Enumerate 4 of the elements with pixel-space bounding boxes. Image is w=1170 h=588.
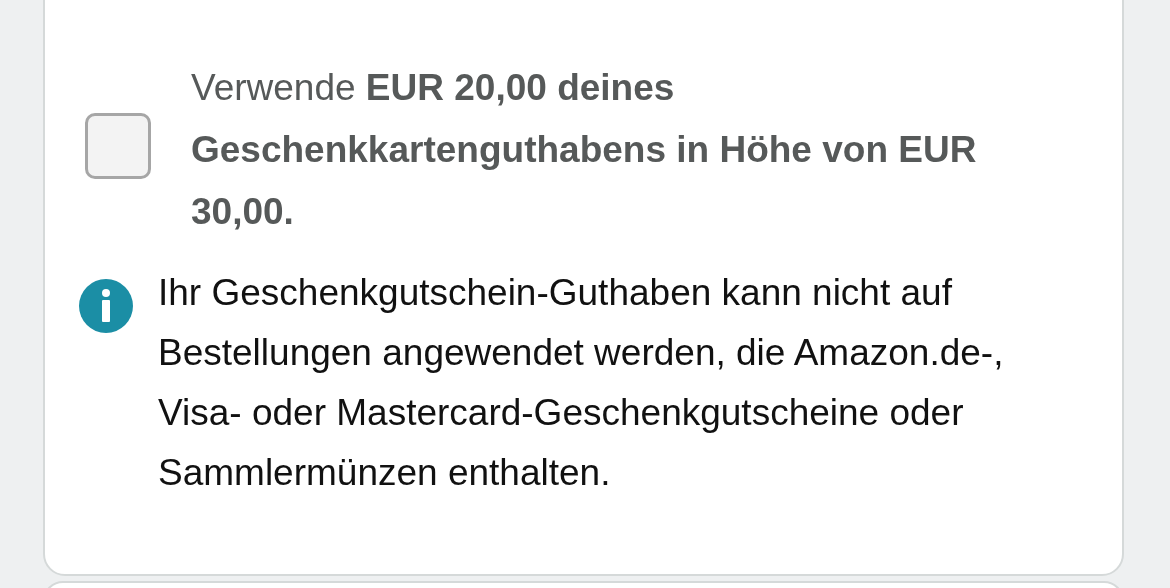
gift-card-label: Verwende EUR 20,00 deines Geschenkkartenguthabens in Höhe von EUR 30,00. (191, 66, 978, 234)
checkbox[interactable] (85, 113, 151, 179)
info-icon (79, 279, 133, 333)
info-message: Ihr Geschenkgutschein-Guthaben kann nicht auf Bestellungen angewendet werden, die Amazon.de-, Visa- oder Mastercard-Geschenkgutscheine oder Sammlermünzen enthalten. (158, 271, 1005, 495)
